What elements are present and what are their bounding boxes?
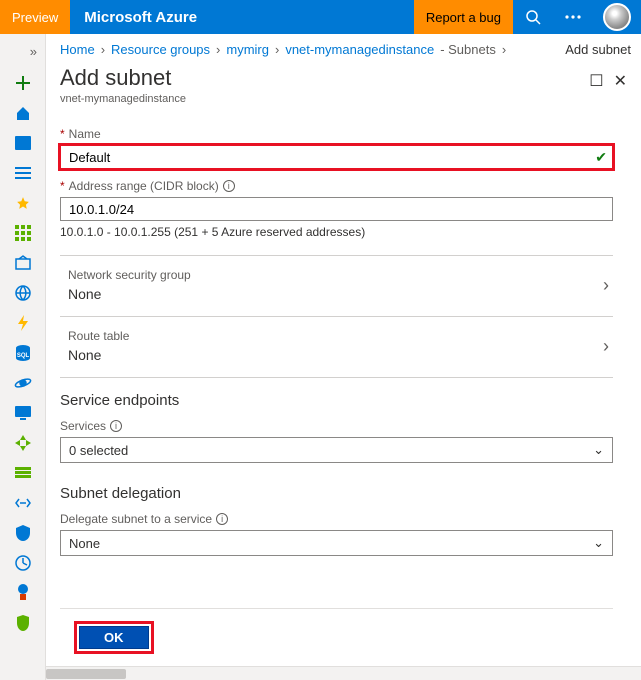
brand-label[interactable]: Microsoft Azure	[70, 9, 211, 26]
storage-accounts-icon[interactable]	[13, 463, 33, 483]
user-avatar[interactable]	[603, 3, 631, 31]
app-services-icon[interactable]	[13, 283, 33, 303]
top-bar: Preview Microsoft Azure Report a bug	[0, 0, 641, 34]
svg-text:SQL: SQL	[16, 353, 29, 359]
route-value: None	[68, 347, 129, 363]
chevron-right-icon: ›	[603, 336, 613, 357]
all-resources-icon[interactable]	[13, 223, 33, 243]
search-icon[interactable]	[513, 0, 553, 34]
chevron-right-icon: ›	[216, 42, 220, 57]
virtual-machines-icon[interactable]	[13, 403, 33, 423]
services-select[interactable]: 0 selected ⌄	[60, 437, 613, 463]
close-icon[interactable]: ✕	[614, 71, 627, 91]
function-apps-icon[interactable]	[13, 313, 33, 333]
preview-badge: Preview	[0, 0, 70, 34]
breadcrumb: Home › Resource groups › mymirg › vnet-m…	[46, 34, 641, 61]
services-value: 0 selected	[69, 443, 128, 458]
delegation-label: Delegate subnet to a service	[60, 512, 212, 526]
name-input[interactable]	[60, 145, 613, 169]
home-icon[interactable]	[13, 103, 33, 123]
name-label: Name	[69, 127, 101, 141]
info-icon[interactable]: i	[223, 180, 235, 192]
crumb-home[interactable]: Home	[60, 42, 95, 57]
crumb-vnet[interactable]: vnet-mymanagedinstance	[285, 42, 434, 57]
advisor-icon[interactable]	[13, 583, 33, 603]
page-title: Add subnet	[60, 65, 186, 91]
left-rail: » SQL	[0, 34, 46, 680]
chevron-right-icon: ›	[101, 42, 105, 57]
sql-databases-icon[interactable]: SQL	[13, 343, 33, 363]
favorites-icon[interactable]	[13, 193, 33, 213]
info-icon[interactable]: i	[110, 420, 122, 432]
crumb-resource-groups[interactable]: Resource groups	[111, 42, 210, 57]
scrollbar-thumb[interactable]	[46, 669, 126, 679]
load-balancers-icon[interactable]	[13, 433, 33, 453]
services-label: Services	[60, 419, 106, 433]
cidr-hint: 10.0.1.0 - 10.0.1.255 (251 + 5 Azure res…	[60, 225, 613, 239]
monitor-icon[interactable]	[13, 553, 33, 573]
service-endpoints-title: Service endpoints	[60, 392, 613, 409]
ok-button[interactable]: OK	[79, 626, 149, 649]
cidr-input[interactable]	[60, 197, 613, 221]
collapse-rail-icon[interactable]: »	[22, 40, 45, 63]
chevron-right-icon: ›	[502, 42, 506, 57]
crumb-current: Add subnet	[565, 42, 631, 57]
nsg-label: Network security group	[68, 268, 191, 282]
route-label: Route table	[68, 329, 129, 343]
dashboard-icon[interactable]	[13, 133, 33, 153]
chevron-right-icon: ›	[603, 275, 613, 296]
subnet-delegation-title: Subnet delegation	[60, 485, 613, 502]
cosmos-db-icon[interactable]	[13, 373, 33, 393]
chevron-down-icon: ⌄	[593, 442, 604, 458]
crumb-rg[interactable]: mymirg	[226, 42, 269, 57]
nsg-picker[interactable]: Network security group None ›	[60, 260, 613, 312]
delegation-select[interactable]: None ⌄	[60, 530, 613, 556]
check-icon: ✔	[595, 149, 607, 166]
route-table-picker[interactable]: Route table None ›	[60, 321, 613, 373]
nsg-value: None	[68, 286, 191, 302]
horizontal-scrollbar[interactable]	[46, 666, 641, 680]
create-resource-icon[interactable]	[13, 73, 33, 93]
all-services-icon[interactable]	[13, 163, 33, 183]
report-bug-button[interactable]: Report a bug	[414, 0, 513, 34]
maximize-icon[interactable]: ☐	[589, 71, 603, 91]
info-icon[interactable]: i	[216, 513, 228, 525]
chevron-right-icon: ›	[275, 42, 279, 57]
delegation-value: None	[69, 536, 100, 551]
virtual-networks-icon[interactable]	[13, 493, 33, 513]
crumb-subnets: - Subnets	[440, 42, 496, 57]
more-icon[interactable]	[553, 0, 593, 34]
cidr-label: Address range (CIDR block)	[69, 179, 219, 193]
page-subtitle: vnet-mymanagedinstance	[60, 93, 186, 105]
chevron-down-icon: ⌄	[593, 535, 604, 551]
azure-ad-icon[interactable]	[13, 523, 33, 543]
security-center-icon[interactable]	[13, 613, 33, 633]
resource-groups-icon[interactable]	[13, 253, 33, 273]
